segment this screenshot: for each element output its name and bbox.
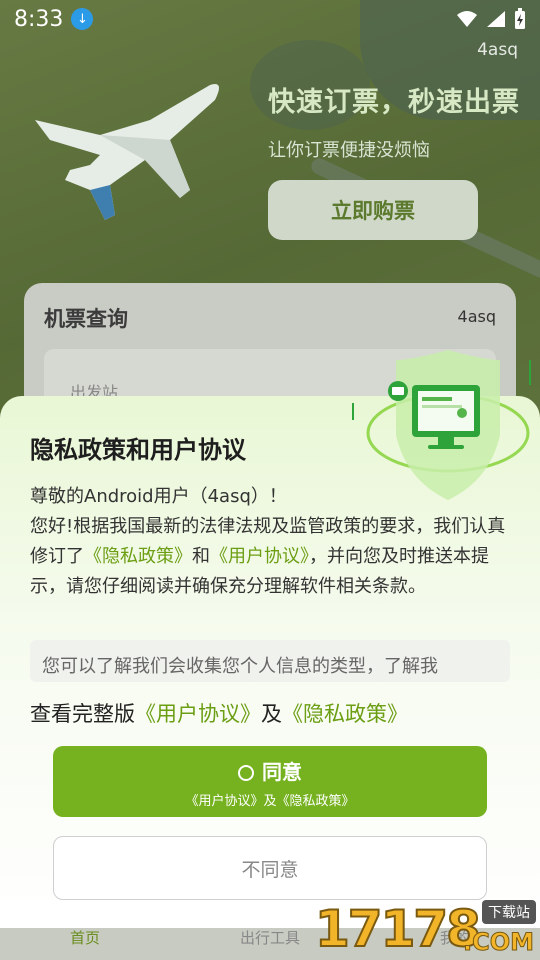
brand-tag: 4asq — [477, 40, 518, 60]
shield-computer-icon — [352, 350, 531, 500]
watermark-domain: .COM — [462, 928, 534, 957]
signal-icon — [487, 11, 505, 27]
view-full-privacy-policy-link[interactable]: 《隐私政策》 — [282, 702, 408, 726]
download-icon: ↓ — [71, 8, 94, 30]
status-time: 8:33 — [14, 6, 64, 32]
summary-scroll-box[interactable]: 您可以了解我们会收集您个人信息的类型，了解我 — [30, 640, 510, 682]
summary-text: 您可以了解我们会收集您个人信息的类型，了解我 — [42, 656, 438, 677]
view-full-prefix: 查看完整版 — [30, 702, 135, 726]
privacy-policy-link[interactable]: 《隐私政策》 — [84, 546, 192, 567]
agree-label: 同意 — [262, 762, 302, 784]
hero-subtitle: 让你订票便捷没烦恼 — [268, 140, 430, 161]
airplane-illustration — [35, 84, 219, 220]
and-text: 和 — [192, 546, 210, 567]
watermark-site: 下载站 — [482, 900, 536, 924]
query-card-tag: 4asq — [457, 307, 496, 326]
view-full-and: 及 — [261, 702, 282, 726]
status-icons — [456, 8, 526, 30]
agree-main: 同意 — [53, 756, 487, 785]
wifi-icon — [457, 11, 477, 27]
dialog-title: 隐私政策和用户协议 — [30, 436, 246, 464]
user-agreement-link[interactable]: 《用户协议》 — [210, 546, 309, 567]
watermark-digits: 17178 — [314, 899, 482, 959]
battery-icon — [515, 8, 525, 29]
circle-icon — [238, 765, 254, 781]
nav-travel-tools[interactable]: 出行工具 — [240, 927, 300, 948]
view-full-line: 查看完整版《用户协议》及《隐私政策》 — [30, 698, 408, 728]
agree-subtext: 《用户协议》及《隐私政策》 — [185, 793, 355, 808]
dialog-paragraph: 您好!根据我国最新的法律法规及监管政策的要求，我们认真修订了《隐私政策》和《用户… — [30, 512, 514, 602]
view-full-user-agreement-link[interactable]: 《用户协议》 — [135, 702, 261, 726]
site-watermark: 17178 下载站 .COM — [314, 899, 540, 960]
status-bar: 8:33 ↓ — [0, 0, 540, 38]
nav-home[interactable]: 首页 — [70, 927, 100, 948]
disagree-button[interactable]: 不同意 — [53, 836, 487, 900]
hero-title: 快速订票，秒速出票 — [268, 87, 520, 118]
agree-button[interactable]: 同意 《用户协议》及《隐私政策》 — [53, 746, 487, 817]
query-card-title: 机票查询 — [44, 307, 128, 331]
buy-ticket-button[interactable]: 立即购票 — [268, 180, 478, 240]
